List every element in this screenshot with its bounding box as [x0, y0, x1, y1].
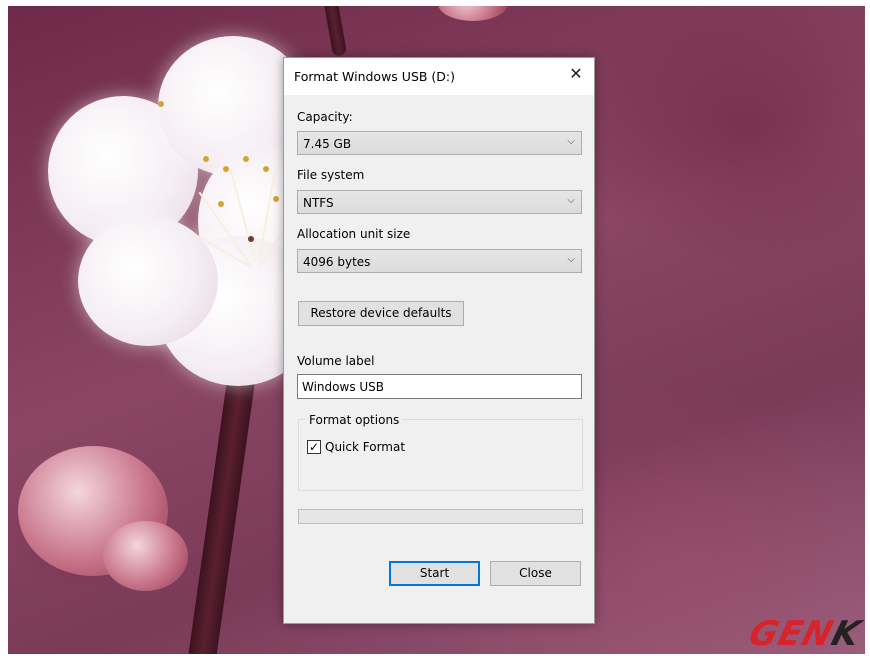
- file-system-label: File system: [297, 168, 365, 182]
- start-button[interactable]: Start: [389, 561, 480, 586]
- file-system-select[interactable]: NTFS ⌵: [297, 190, 582, 214]
- chevron-down-icon: ⌵: [567, 136, 575, 147]
- volume-label-caption: Volume label: [297, 354, 375, 368]
- checkmark-icon: ✓: [308, 440, 320, 454]
- dialog-title: Format Windows USB (D:): [294, 69, 456, 84]
- allocation-unit-select[interactable]: 4096 bytes ⌵: [297, 249, 582, 273]
- format-dialog: Format Windows USB (D:) ✕ Capacity: 7.45…: [283, 57, 595, 624]
- restore-defaults-button[interactable]: Restore device defaults: [298, 301, 464, 326]
- flower-anther: [248, 236, 254, 242]
- flower-anther: [203, 156, 209, 162]
- chevron-down-icon: ⌵: [567, 254, 575, 265]
- flower-anther: [223, 166, 229, 172]
- close-icon[interactable]: ✕: [558, 58, 594, 90]
- branch-stem: [187, 365, 257, 654]
- quick-format-label[interactable]: Quick Format: [325, 440, 405, 454]
- flower-anther: [273, 196, 279, 202]
- flower-bud: [103, 521, 188, 591]
- logo-text-main: GEN: [744, 614, 838, 654]
- quick-format-checkbox[interactable]: ✓: [307, 440, 321, 454]
- allocation-unit-label: Allocation unit size: [297, 227, 411, 241]
- format-options-legend: Format options: [306, 413, 403, 427]
- flower-anther: [158, 101, 164, 107]
- flower-bud-top: [438, 6, 508, 21]
- capacity-value: 7.45 GB: [303, 137, 352, 151]
- close-button[interactable]: Close: [490, 561, 581, 586]
- screenshot-frame: GENK Format Windows USB (D:) ✕ Capacity:…: [0, 0, 870, 660]
- format-options-group: [298, 419, 583, 491]
- chevron-down-icon: ⌵: [567, 195, 575, 206]
- dialog-titlebar[interactable]: Format Windows USB (D:) ✕: [284, 58, 594, 95]
- volume-label-input[interactable]: [297, 374, 582, 399]
- capacity-select[interactable]: 7.45 GB ⌵: [297, 131, 582, 155]
- capacity-label: Capacity:: [297, 110, 353, 124]
- format-progress-bar: [298, 509, 583, 524]
- genk-watermark-logo: GENK: [745, 614, 866, 654]
- branch-stem-upper: [322, 6, 348, 57]
- flower-anther: [243, 156, 249, 162]
- file-system-value: NTFS: [303, 196, 334, 210]
- flower-anther: [263, 166, 269, 172]
- flower-anther: [218, 201, 224, 207]
- allocation-unit-value: 4096 bytes: [303, 255, 371, 269]
